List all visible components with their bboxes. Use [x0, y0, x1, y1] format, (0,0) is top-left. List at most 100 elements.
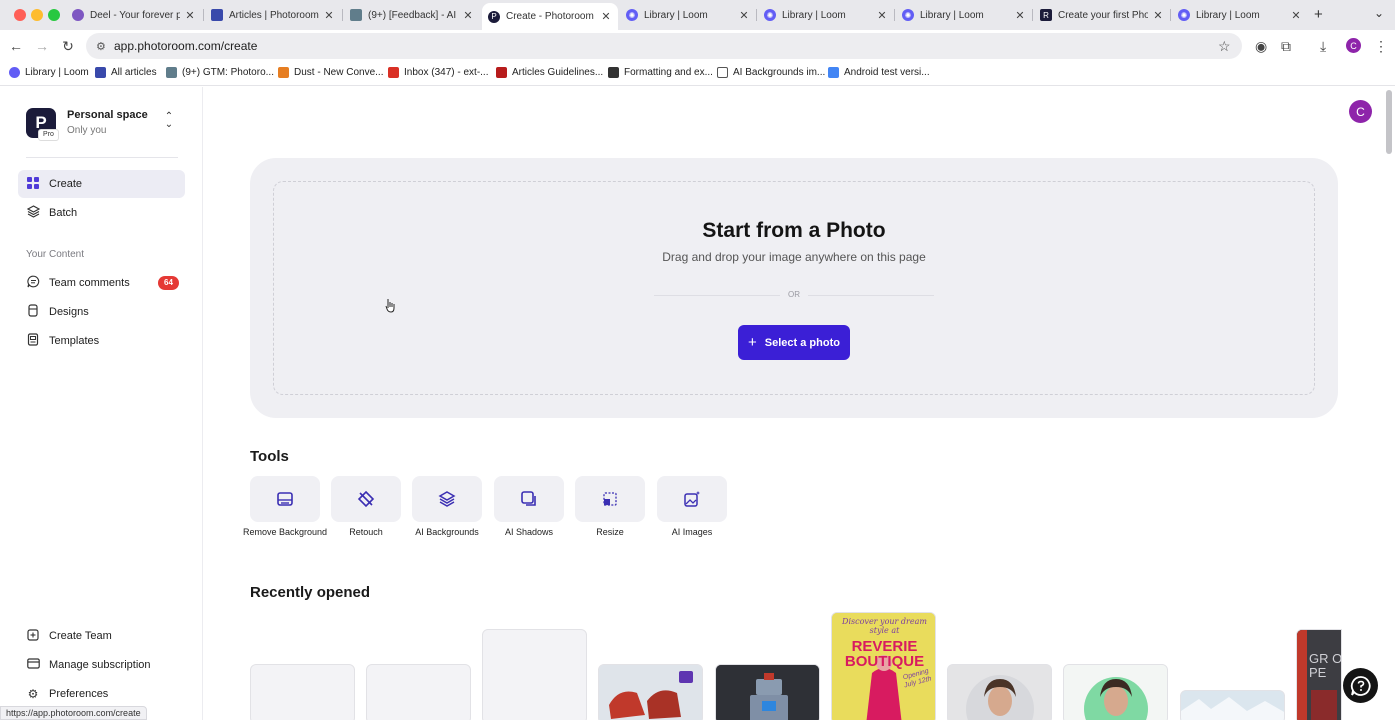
recent-design-thumbnail[interactable]: Discover your dream style at REVERIE BOU…	[831, 612, 936, 720]
remove-background-icon	[250, 476, 320, 522]
tab-favicon-icon	[350, 9, 362, 21]
loom-bookmark-icon	[9, 67, 20, 78]
comments-count-badge: 64	[158, 276, 179, 290]
site-settings-icon[interactable]: ⚙	[96, 40, 106, 53]
bookmark-label: Articles Guidelines...	[512, 67, 604, 78]
tab-close-icon[interactable]: ✕	[462, 9, 474, 22]
mouse-cursor-icon	[385, 299, 395, 313]
recent-design-thumbnail[interactable]	[947, 664, 1052, 720]
photo-dropzone[interactable]	[273, 181, 1315, 395]
or-divider: OR	[654, 290, 934, 302]
back-arrow-icon[interactable]: ←	[8, 38, 24, 54]
extension-icon[interactable]: ◉	[1255, 38, 1267, 55]
recent-design-thumbnail[interactable]	[250, 664, 355, 720]
tool-retouch[interactable]: Retouch	[331, 476, 401, 538]
designs-icon	[26, 304, 40, 320]
browser-tab[interactable]: Deel - Your forever p ✕	[66, 4, 202, 26]
retouch-icon	[331, 476, 401, 522]
select-photo-button[interactable]: + Select a photo	[738, 325, 850, 360]
tools-heading: Tools	[250, 448, 289, 465]
bookmark-item[interactable]: (9+) GTM: Photoro...	[166, 67, 274, 78]
team-icon	[26, 628, 40, 644]
bookmark-item[interactable]: Inbox (347) - ext-...	[388, 67, 488, 78]
browser-profile-avatar[interactable]: C	[1346, 38, 1361, 53]
tab-search-chevron-icon[interactable]: ⌄	[1374, 6, 1384, 20]
browser-tab[interactable]: ✺ Library | Loom ✕	[620, 4, 756, 26]
notion-bookmark-icon	[717, 67, 728, 78]
sidebar-item-designs[interactable]: Designs	[18, 298, 185, 326]
tab-close-icon[interactable]: ✕	[1290, 9, 1302, 22]
tab-close-icon[interactable]: ✕	[184, 9, 196, 22]
user-avatar[interactable]: C	[1349, 100, 1372, 123]
ai-backgrounds-icon	[412, 476, 482, 522]
sidebar-item-create-team[interactable]: Create Team	[18, 622, 185, 650]
tool-ai-backgrounds[interactable]: AI Backgrounds	[412, 476, 482, 538]
url-text[interactable]: app.photoroom.com/create	[114, 39, 257, 53]
sidebar-item-preferences[interactable]: ⚙ Preferences	[18, 680, 185, 708]
tab-close-icon[interactable]: ✕	[600, 10, 612, 23]
extensions-puzzle-icon[interactable]: ⧉	[1281, 38, 1291, 55]
tool-remove-background[interactable]: Remove Background	[243, 476, 327, 538]
browser-tab[interactable]: ✺ Library | Loom ✕	[758, 4, 894, 26]
tool-ai-images[interactable]: AI Images	[657, 476, 727, 538]
browser-tab[interactable]: R Create your first Pho ✕	[1034, 4, 1170, 26]
browser-menu-icon[interactable]: ⋮	[1374, 38, 1388, 55]
sidebar-item-manage-subscription[interactable]: Manage subscription	[18, 651, 185, 679]
help-chat-button[interactable]	[1343, 668, 1378, 703]
dust-bookmark-icon	[278, 67, 289, 78]
new-tab-plus-icon[interactable]: +	[1314, 6, 1323, 23]
browser-tab[interactable]: (9+) [Feedback] - AI ✕	[344, 4, 480, 26]
bookmark-item[interactable]: Articles Guidelines...	[496, 67, 603, 78]
recent-design-thumbnail[interactable]	[598, 664, 703, 720]
sidebar-item-create[interactable]: Create	[18, 170, 185, 198]
workspace-switcher-chevron-icon[interactable]: ⌃ ⌄	[163, 112, 175, 130]
bookmark-star-icon[interactable]: ☆	[1218, 38, 1231, 55]
bookmark-item[interactable]: Dust - New Conve...	[278, 67, 383, 78]
browser-tab[interactable]: ✺ Library | Loom ✕	[1172, 4, 1308, 26]
recent-design-thumbnail[interactable]	[482, 629, 587, 720]
recent-design-thumbnail[interactable]	[366, 664, 471, 720]
snow-scene-image	[1181, 691, 1284, 720]
hero-subtitle: Drag and drop your image anywhere on thi…	[662, 250, 926, 264]
download-icon[interactable]: ⤓	[1320, 38, 1326, 55]
recent-design-thumbnail[interactable]	[1180, 690, 1285, 720]
sidebar-item-templates[interactable]: Templates	[18, 327, 185, 355]
tab-favicon-icon	[72, 9, 84, 21]
slack-bookmark-icon	[166, 67, 177, 78]
forward-arrow-icon[interactable]: →	[34, 38, 50, 54]
recent-design-thumbnail[interactable]	[715, 664, 820, 720]
bookmark-item[interactable]: Library | Loom	[9, 67, 89, 78]
browser-tab-active[interactable]: P Create - Photoroom ✕	[482, 3, 618, 30]
recent-design-thumbnail[interactable]: GR OPE	[1296, 629, 1342, 720]
layers-icon	[26, 205, 40, 221]
bookmark-item[interactable]: AI Backgrounds im...	[717, 67, 825, 78]
page-scrollbar[interactable]	[1386, 90, 1392, 154]
resize-icon	[575, 476, 645, 522]
tab-close-icon[interactable]: ✕	[1152, 9, 1164, 22]
window-minimize-button[interactable]	[31, 9, 43, 21]
bookmark-label: Inbox (347) - ext-...	[404, 67, 489, 78]
bookmark-item[interactable]: Android test versi...	[828, 67, 930, 78]
tab-title: Create your first Pho	[1058, 9, 1148, 21]
address-bar[interactable]	[86, 33, 1242, 59]
tab-close-icon[interactable]: ✕	[738, 9, 750, 22]
sidebar-item-team-comments[interactable]: Team comments 64	[18, 269, 185, 297]
bookmark-item[interactable]: All articles	[95, 67, 157, 78]
tool-ai-shadows[interactable]: AI Shadows	[494, 476, 564, 538]
workspace-name[interactable]: Personal space	[67, 109, 148, 121]
tab-close-icon[interactable]: ✕	[876, 9, 888, 22]
guidelines-bookmark-icon	[496, 67, 507, 78]
recent-design-thumbnail[interactable]	[1063, 664, 1168, 720]
window-close-button[interactable]	[14, 9, 26, 21]
sidebar-item-batch[interactable]: Batch	[18, 199, 185, 227]
window-zoom-button[interactable]	[48, 9, 60, 21]
reload-icon[interactable]: ↻	[60, 38, 76, 55]
bookmark-item[interactable]: Formatting and ex...	[608, 67, 713, 78]
recently-opened-heading: Recently opened	[250, 584, 371, 601]
tab-close-icon[interactable]: ✕	[1014, 9, 1026, 22]
browser-tab[interactable]: Articles | Photoroom ✕	[205, 4, 341, 26]
tool-resize[interactable]: Resize	[575, 476, 645, 538]
tab-close-icon[interactable]: ✕	[323, 9, 335, 22]
sidebar-item-label: Designs	[49, 306, 89, 318]
browser-tab[interactable]: ✺ Library | Loom ✕	[896, 4, 1032, 26]
